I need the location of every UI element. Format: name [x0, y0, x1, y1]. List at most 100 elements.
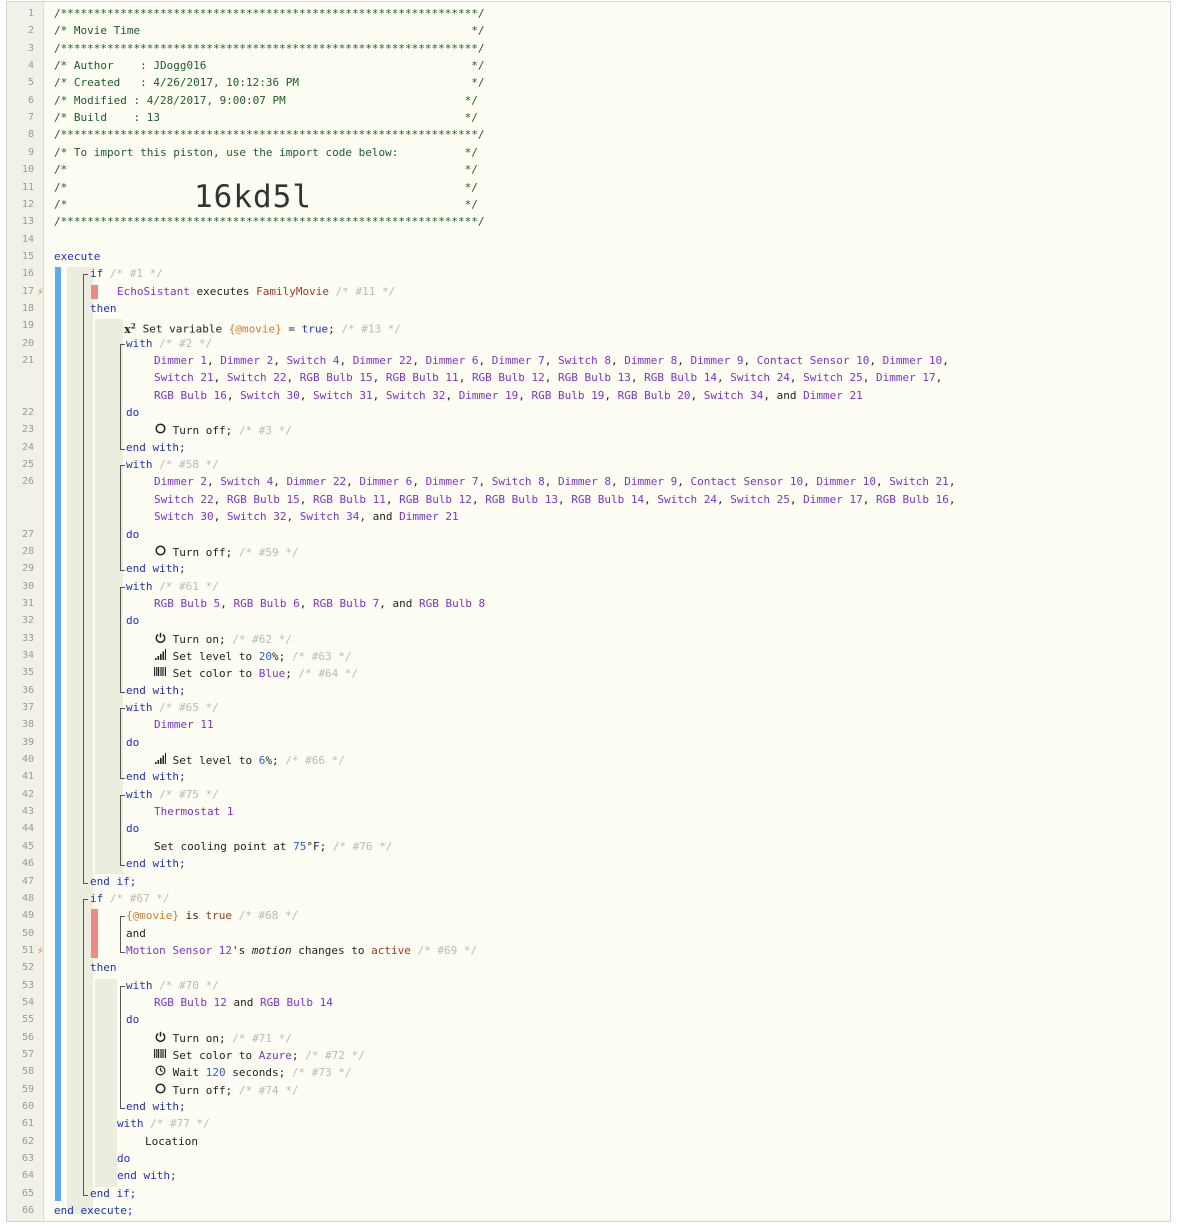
token: ,: [385, 492, 400, 506]
block-bracket: [120, 586, 125, 693]
line-number: 9: [27, 146, 34, 158]
line-number: 29: [21, 563, 34, 575]
code-line: Set color to Blue; /* #64 */: [154, 666, 358, 681]
code-line: do: [126, 736, 139, 750]
device-name: Switch 30: [240, 388, 300, 402]
device-name: RGB Bulb 14: [259, 995, 333, 1009]
line-number: 15: [21, 250, 34, 262]
line-number: 46: [21, 858, 34, 870]
with-keyword: with: [126, 458, 153, 472]
with-keyword: with: [126, 787, 153, 801]
token: executes: [189, 284, 257, 298]
code-line: with /* #75 */: [126, 788, 219, 802]
device-name: RGB Bulb 14: [571, 492, 645, 506]
code-line: end execute;: [54, 1204, 133, 1218]
token: ,: [213, 371, 227, 385]
code-line: /***************************************…: [54, 42, 484, 56]
statement-id: /* #58 */: [159, 458, 219, 472]
execute-block-bar: [55, 267, 61, 1201]
device-name: Switch 24: [657, 492, 718, 506]
code-line: and: [126, 927, 146, 941]
line-number: 7: [27, 112, 34, 124]
token: ,: [942, 354, 956, 367]
device-name: Dimmer 19: [458, 388, 519, 402]
code-line: with /* #65 */: [126, 701, 219, 715]
code-line: Motion Sensor 12's motion changes to act…: [126, 944, 477, 958]
indent-guide: [95, 319, 123, 875]
line-number: 4: [27, 60, 34, 72]
line-number: 49: [21, 910, 34, 922]
trigger-value: active: [371, 943, 411, 957]
condition-marker: [91, 284, 98, 299]
if-keyword: if: [90, 891, 104, 905]
token: ,: [862, 492, 876, 506]
code-line: with /* #61 */: [126, 580, 219, 594]
device-name: RGB Bulb 20: [617, 388, 691, 402]
end-if-keyword: end if;: [90, 1186, 137, 1200]
device-name: Dimmer 8: [624, 354, 678, 367]
line-number: 53: [21, 979, 34, 991]
piston-title: /* Movie Time */: [54, 24, 485, 38]
device-name: RGB Bulb 5: [154, 596, 221, 610]
line-number: 36: [21, 684, 34, 696]
token: ,: [677, 475, 691, 489]
device-name: Dimmer 2: [154, 475, 207, 489]
statement-id: /* #77 */: [150, 1117, 210, 1131]
code-line: if /* #67 */: [90, 892, 169, 906]
token: ,: [789, 492, 804, 506]
line-number: 60: [21, 1101, 34, 1113]
header-blank: /* */: [54, 163, 478, 177]
statement-id: /* #73 */: [291, 1066, 352, 1080]
color-value: Blue: [258, 667, 286, 681]
token: Set cooling point at: [154, 839, 294, 853]
token: ,: [717, 492, 731, 506]
line-number: 38: [21, 719, 34, 731]
line-number: 19: [21, 320, 34, 332]
signal-bars-icon: [154, 753, 166, 768]
line-number: 3: [27, 42, 34, 54]
device-name: RGB Bulb 12: [154, 995, 227, 1009]
token: ,: [803, 475, 817, 489]
with-keyword: with: [117, 1117, 144, 1131]
line-number: 1: [27, 8, 34, 19]
device-name: RGB Bulb 15: [226, 492, 300, 506]
device-list-line: RGB Bulb 5, RGB Bulb 6, RGB Bulb 7, and …: [154, 597, 485, 611]
token: ,: [869, 354, 883, 367]
with-keyword: with: [126, 336, 153, 350]
variable-name: {@movie}: [126, 909, 179, 923]
device-name: Switch 32: [385, 388, 446, 402]
line-number: 40: [21, 754, 34, 766]
device-name: RGB Bulb 13: [485, 492, 559, 506]
import-code: 16kd5l: [194, 179, 312, 215]
block-bracket: [83, 898, 88, 1196]
line-number: 21: [21, 355, 34, 366]
token: ,: [862, 371, 876, 385]
line-number: 28: [21, 545, 34, 557]
code-line: /* To import this piston, use the import…: [54, 146, 478, 160]
token: seconds;: [225, 1066, 286, 1080]
code-line: end with;: [126, 770, 186, 784]
token: ,: [226, 388, 241, 402]
line-number: 25: [21, 459, 34, 471]
device-name: Switch 32: [226, 510, 287, 524]
header-border: /***************************************…: [54, 7, 485, 20]
line-number: 44: [21, 823, 34, 835]
code-line: with /* #70 */: [126, 979, 219, 993]
statement-id: /* #63 */: [291, 649, 352, 663]
location-name: Location: [145, 1134, 198, 1148]
do-keyword: do: [126, 1013, 140, 1027]
code-line: then: [90, 302, 117, 316]
line-number: 2: [27, 25, 34, 37]
with-keyword: with: [126, 579, 153, 593]
device-list-line: Dimmer 1, Dimmer 2, Switch 4, Dimmer 22,…: [154, 354, 955, 368]
code-line: Turn off; /* #74 */: [154, 1083, 298, 1098]
token: ,: [611, 475, 625, 489]
attribute-name: motion: [251, 943, 292, 957]
